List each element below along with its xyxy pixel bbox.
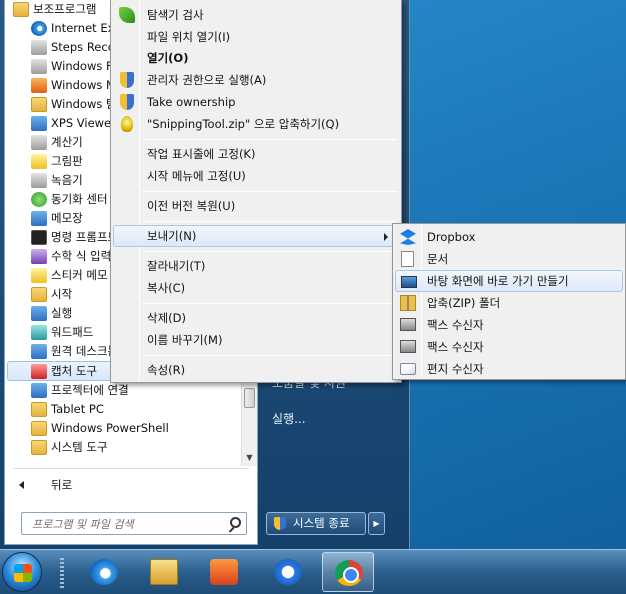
projector-icon xyxy=(31,383,47,398)
context-menu: 탐색기 검사 파일 위치 열기(I) 열기(O) 관리자 권한으로 실행(A) … xyxy=(110,0,402,383)
fax-scan-icon xyxy=(31,59,47,74)
send-to-submenu: Dropbox 문서 바탕 화면에 바로 가기 만들기 압축(ZIP) 폴더 팩… xyxy=(392,223,626,380)
math-input-icon xyxy=(31,249,47,264)
wordpad-icon xyxy=(31,325,47,340)
documents-icon xyxy=(401,251,414,267)
folder-icon xyxy=(31,421,47,436)
sound-recorder-icon xyxy=(31,173,47,188)
search-icon[interactable] xyxy=(230,517,241,528)
menu-item-properties[interactable]: 속성(R) xyxy=(113,359,399,381)
taskbar-grip xyxy=(60,558,64,588)
explorer-icon xyxy=(31,97,47,112)
program-item-powershell[interactable]: Windows PowerShell xyxy=(5,419,243,438)
send-to-documents[interactable]: 문서 xyxy=(395,248,623,270)
menu-separator xyxy=(142,251,397,252)
menu-separator xyxy=(142,221,397,222)
notepad-icon xyxy=(31,211,47,226)
menu-separator xyxy=(142,191,397,192)
uac-shield-icon xyxy=(120,94,134,110)
fax-icon xyxy=(400,318,416,331)
getting-started-icon xyxy=(31,287,47,302)
internet-explorer-icon xyxy=(31,21,47,36)
uac-shield-icon xyxy=(274,517,286,530)
command-prompt-icon xyxy=(31,230,47,245)
fax-icon xyxy=(400,340,416,353)
steps-recorder-icon xyxy=(31,40,47,55)
menu-item-delete[interactable]: 삭제(D) xyxy=(113,307,399,329)
media-player-icon xyxy=(31,78,47,93)
dropbox-icon xyxy=(400,229,416,245)
menu-item-pin-start[interactable]: 시작 메뉴에 고정(U) xyxy=(113,165,399,187)
sync-center-icon xyxy=(31,192,47,207)
menu-separator xyxy=(142,139,397,140)
search-input[interactable]: 프로그램 및 파일 검색 xyxy=(21,512,247,535)
taskbar-media-player[interactable] xyxy=(198,552,250,592)
calculator-icon xyxy=(31,135,47,150)
xps-viewer-icon xyxy=(31,116,47,131)
desktop-icon xyxy=(401,276,417,288)
menu-item-take-ownership[interactable]: Take ownership xyxy=(113,91,399,113)
send-to-zip-folder[interactable]: 압축(ZIP) 폴더 xyxy=(395,292,623,314)
menu-item-open-file-location[interactable]: 파일 위치 열기(I) xyxy=(113,26,399,48)
taskbar-windows-explorer[interactable] xyxy=(138,552,190,592)
send-to-mail-recipient[interactable]: 편지 수신자 xyxy=(395,358,623,380)
taskbar xyxy=(0,549,626,594)
folder-icon xyxy=(13,2,29,17)
send-to-fax-recipient[interactable]: 팩스 수신자 xyxy=(395,336,623,358)
menu-item-pin-taskbar[interactable]: 작업 표시줄에 고정(K) xyxy=(113,143,399,165)
menu-item-compress-zip[interactable]: "SnippingTool.zip" 으로 압축하기(Q) xyxy=(113,113,399,135)
taskbar-internet-explorer[interactable] xyxy=(78,552,130,592)
program-item-tablet-pc[interactable]: Tablet PC xyxy=(5,400,243,419)
zip-folder-icon xyxy=(400,295,416,311)
mail-icon xyxy=(400,363,416,375)
program-item-projector[interactable]: 프로젝터에 연결 xyxy=(5,381,243,400)
folder-icon xyxy=(150,559,178,585)
bulb-icon xyxy=(121,116,133,132)
remote-desktop-icon xyxy=(31,344,47,359)
program-item-system-tools[interactable]: 시스템 도구 xyxy=(5,438,243,457)
internet-explorer-icon xyxy=(90,559,118,585)
send-to-fax-recipient[interactable]: 팩스 수신자 xyxy=(395,314,623,336)
uac-shield-icon xyxy=(120,72,134,88)
shutdown-options-arrow-icon[interactable]: ▶ xyxy=(368,512,385,535)
submenu-arrow-icon xyxy=(384,233,388,241)
menu-separator xyxy=(142,303,397,304)
back-arrow-icon xyxy=(19,481,24,489)
windows-logo-icon xyxy=(14,564,32,582)
snipping-tool-icon xyxy=(31,364,47,379)
start-button[interactable] xyxy=(2,552,42,592)
sticky-notes-icon xyxy=(31,268,47,283)
taskbar-sync[interactable] xyxy=(262,552,314,592)
run-icon xyxy=(31,306,47,321)
menu-item-run-as-admin[interactable]: 관리자 권한으로 실행(A) xyxy=(113,69,399,91)
taskbar-chrome[interactable] xyxy=(322,552,374,592)
shutdown-button[interactable]: 시스템 종료 xyxy=(266,512,366,535)
send-to-dropbox[interactable]: Dropbox xyxy=(395,226,623,248)
scroll-thumb[interactable] xyxy=(244,388,255,408)
sync-icon xyxy=(274,559,302,585)
media-player-icon xyxy=(210,559,238,585)
menu-separator xyxy=(142,355,397,356)
menu-item-scan-explorer[interactable]: 탐색기 검사 xyxy=(113,4,399,26)
menu-item-cut[interactable]: 잘라내기(T) xyxy=(113,255,399,277)
menu-item-send-to[interactable]: 보내기(N) xyxy=(113,225,399,247)
menu-item-open[interactable]: 열기(O) xyxy=(113,47,399,69)
back-button[interactable]: 뒤로 xyxy=(5,474,257,496)
menu-item-restore-previous[interactable]: 이전 버전 복원(U) xyxy=(113,195,399,217)
divider xyxy=(13,468,249,469)
send-to-desktop-shortcut[interactable]: 바탕 화면에 바로 가기 만들기 xyxy=(395,270,623,292)
menu-item-rename[interactable]: 이름 바꾸기(M) xyxy=(113,329,399,351)
leaf-icon xyxy=(119,7,135,23)
folder-icon xyxy=(31,440,47,455)
paint-icon xyxy=(31,154,47,169)
chrome-icon xyxy=(335,560,363,586)
run-link[interactable]: 실행... xyxy=(272,410,306,427)
menu-item-copy[interactable]: 복사(C) xyxy=(113,277,399,299)
folder-icon xyxy=(31,402,47,417)
scroll-down-arrow-icon[interactable]: ▼ xyxy=(242,450,257,466)
